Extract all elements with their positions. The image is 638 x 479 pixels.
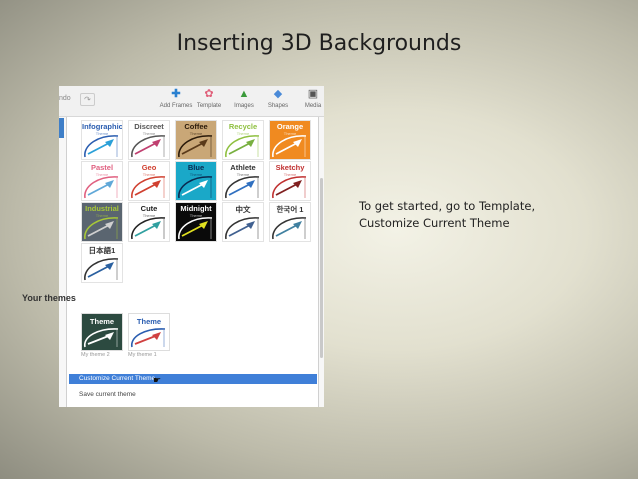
template-button[interactable]: ✿ Template — [189, 88, 229, 109]
images-label: Images — [234, 103, 254, 109]
redo-button[interactable]: ↷ — [80, 93, 95, 106]
theme-name: 한국어 1 — [276, 205, 304, 214]
theme-thumbnail[interactable]: Sketchy Theme — [269, 161, 311, 201]
theme-thumbnail[interactable]: Orange Theme — [269, 120, 311, 160]
slide-body-text: To get started, go to Template, Customiz… — [359, 198, 589, 232]
my-theme-name: Theme — [89, 317, 115, 326]
my-theme-label: My theme 2 — [81, 352, 110, 358]
shapes-button[interactable]: ◆ Shapes — [258, 88, 298, 109]
theme-thumbnail[interactable]: Blue Theme — [175, 161, 217, 201]
theme-preview-icon — [130, 328, 166, 348]
theme-thumbnail[interactable]: Recycle Theme — [222, 120, 264, 160]
theme-preview-icon — [225, 176, 260, 199]
shapes-label: Shapes — [267, 103, 289, 109]
your-themes-heading: Your themes — [22, 293, 76, 303]
theme-name: 中文 — [235, 205, 251, 214]
theme-thumbnail[interactable]: Industrial Theme — [81, 202, 123, 242]
theme-name: Pastel — [90, 163, 114, 172]
theme-name: Athlete — [230, 163, 256, 172]
theme-preview-icon — [84, 217, 119, 240]
my-theme-name: Theme — [136, 317, 162, 326]
slide-title: Inserting 3D Backgrounds — [176, 31, 462, 56]
theme-preview-icon — [272, 176, 307, 199]
theme-preview-icon — [272, 217, 307, 240]
panel-tab[interactable] — [59, 118, 64, 138]
theme-name: Orange — [276, 122, 304, 131]
theme-preview-icon — [272, 135, 307, 158]
theme-thumbnail[interactable]: Athlete Theme — [222, 161, 264, 201]
instruction-line-1: To get started, go to Template, — [359, 199, 536, 213]
theme-thumbnail[interactable]: Geo Theme — [128, 161, 170, 201]
image-icon: ▲ — [238, 88, 250, 100]
theme-preview-icon — [225, 135, 260, 158]
theme-preview-icon — [178, 135, 213, 158]
floppy-icon: ▣ — [307, 88, 319, 100]
theme-name: Geo — [141, 163, 157, 172]
theme-preview-icon — [225, 217, 260, 240]
template-label: Template — [196, 103, 222, 109]
theme-thumbnail[interactable]: Pastel Theme — [81, 161, 123, 201]
theme-preview-icon — [131, 176, 166, 199]
theme-thumbnail[interactable]: Cute Theme — [128, 202, 170, 242]
theme-thumbnail[interactable]: Coffee Theme — [175, 120, 217, 160]
customize-current-theme-menu-item[interactable]: Customize Current Theme — [69, 374, 317, 384]
theme-thumbnail[interactable]: Discreet Theme — [128, 120, 170, 160]
panel-scrollbar[interactable] — [320, 178, 323, 358]
theme-thumbnail[interactable]: Midnight Theme — [175, 202, 217, 242]
media-button[interactable]: ▣ Media — [293, 88, 324, 109]
shapes-icon: ◆ — [273, 88, 283, 100]
undo-button[interactable]: ndo — [59, 95, 71, 102]
my-theme-thumbnail[interactable]: Theme — [81, 313, 123, 351]
theme-preview-icon — [178, 176, 213, 199]
theme-preview-icon — [84, 258, 119, 281]
theme-thumbnail[interactable]: 中文 — [222, 202, 264, 242]
instruction-line-2: Customize Current Theme — [359, 216, 510, 230]
theme-name: Discreet — [134, 122, 164, 131]
theme-name: Industrial — [85, 204, 119, 213]
theme-name: 日本語1 — [88, 246, 116, 255]
my-theme-thumbnail[interactable]: Theme — [128, 313, 170, 351]
theme-thumbnail[interactable]: 한국어 1 — [269, 202, 311, 242]
theme-preview-icon — [84, 176, 119, 199]
plus-icon: ✚ — [171, 88, 181, 100]
my-theme-label: My theme 1 — [128, 352, 157, 358]
theme-name: Infographic — [82, 122, 123, 131]
mouse-pointer-icon: ☛ — [153, 375, 162, 385]
editor-toolbar: ndo ↷ ✚ Add Frames ✿ Template ▲ Images ◆… — [59, 86, 324, 117]
theme-thumbnail[interactable]: Infographic Theme — [81, 120, 123, 160]
palette-icon: ✿ — [204, 88, 214, 100]
theme-thumbnail[interactable]: 日本語1 — [81, 243, 123, 283]
save-current-theme-menu-item[interactable]: Save current theme — [79, 391, 136, 398]
theme-preview-icon — [83, 328, 119, 348]
theme-preview-icon — [178, 217, 213, 240]
theme-name: Sketchy — [275, 163, 305, 172]
theme-preview-icon — [131, 135, 166, 158]
theme-preview-icon — [84, 135, 119, 158]
theme-name: Blue — [187, 163, 205, 172]
add-frames-label: Add Frames — [159, 103, 193, 109]
theme-name: Midnight — [180, 204, 212, 213]
theme-name: Recycle — [228, 122, 258, 131]
theme-preview-icon — [131, 217, 166, 240]
theme-name: Coffee — [184, 122, 208, 131]
theme-name: Cute — [140, 204, 158, 213]
media-label: Media — [304, 103, 322, 109]
